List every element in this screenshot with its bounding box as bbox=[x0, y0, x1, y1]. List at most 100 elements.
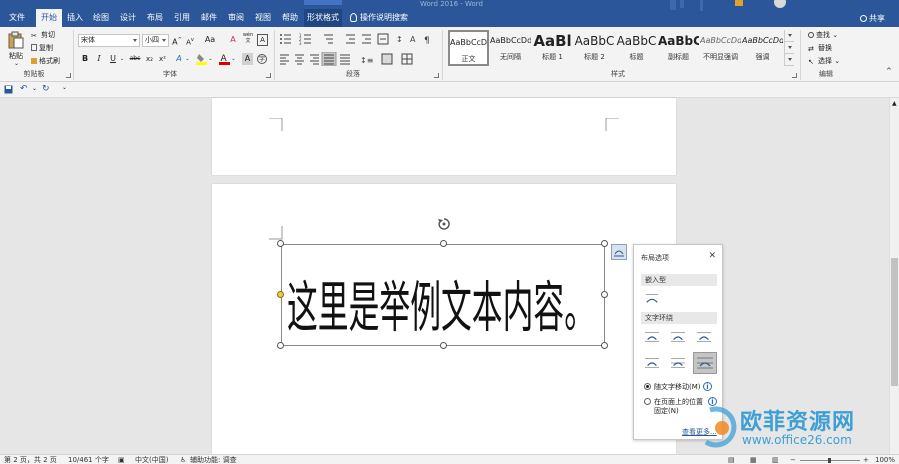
read-mode-icon[interactable]: ▤ bbox=[728, 455, 735, 464]
rotate-handle-icon[interactable] bbox=[437, 217, 451, 231]
char-border-button[interactable]: A bbox=[257, 34, 268, 46]
font-name-combo[interactable]: 宋体 bbox=[78, 34, 140, 47]
wrap-tight-icon[interactable] bbox=[669, 329, 687, 345]
fix-position-radio[interactable] bbox=[644, 398, 651, 405]
bold-button[interactable]: B bbox=[80, 53, 90, 65]
underline-dropdown[interactable]: ⌄ bbox=[119, 53, 125, 65]
undo-icon[interactable]: ↶ bbox=[20, 84, 28, 94]
format-painter-button[interactable]: 格式刷 bbox=[31, 56, 60, 66]
highlight-dropdown[interactable]: ⌄ bbox=[208, 53, 213, 65]
font-size-combo[interactable]: 小四 bbox=[142, 34, 169, 47]
italic-button[interactable]: I bbox=[94, 53, 104, 65]
share-button[interactable]: 共享 bbox=[860, 13, 885, 24]
gallery-more[interactable] bbox=[785, 54, 794, 66]
resize-handle-bottom-left[interactable] bbox=[277, 342, 284, 349]
language-status[interactable]: 中文(中国) bbox=[135, 455, 168, 464]
replace-button[interactable]: ⇄ 替换 bbox=[808, 43, 832, 53]
phonetic-guide-button[interactable]: wén 文 bbox=[241, 32, 255, 44]
highlight-button[interactable] bbox=[196, 53, 207, 65]
style-normal[interactable]: AaBbCcDd 正文 bbox=[448, 30, 489, 66]
wordart-text[interactable]: 这里是举例文本内容。 bbox=[287, 276, 595, 340]
superscript-button[interactable]: x² bbox=[157, 53, 168, 65]
styles-dialog-launcher[interactable] bbox=[792, 73, 797, 78]
tab-draw[interactable]: 绘图 bbox=[88, 9, 114, 27]
char-shading-button[interactable]: A bbox=[242, 53, 253, 65]
style-heading-1[interactable]: AaBl 标题 1 bbox=[532, 30, 573, 66]
strikethrough-button[interactable]: abc bbox=[128, 53, 142, 65]
copy-button[interactable]: 复制 bbox=[31, 43, 53, 53]
gallery-down[interactable] bbox=[785, 42, 794, 54]
select-button[interactable]: ↖ 选择 ⌄ bbox=[808, 56, 840, 66]
change-case-button[interactable]: Aa bbox=[201, 34, 219, 46]
resize-handle-bottom[interactable] bbox=[440, 342, 447, 349]
subscript-button[interactable]: x₂ bbox=[144, 53, 155, 65]
tab-review[interactable]: 审阅 bbox=[223, 9, 249, 27]
tab-design[interactable]: 设计 bbox=[115, 9, 141, 27]
tab-references[interactable]: 引用 bbox=[169, 9, 195, 27]
paragraph-dialog-launcher[interactable] bbox=[434, 73, 439, 78]
scroll-up-icon[interactable]: ▲ bbox=[892, 100, 897, 107]
undo-dropdown[interactable]: ⌄ bbox=[32, 85, 37, 92]
word-count[interactable]: 10/461 个字 bbox=[68, 455, 109, 464]
adjust-handle[interactable] bbox=[277, 291, 284, 298]
info-icon[interactable]: i bbox=[703, 382, 712, 391]
close-icon[interactable]: ✕ bbox=[708, 251, 716, 261]
proofing-icon[interactable]: ▣ bbox=[118, 455, 125, 464]
grow-font-button[interactable]: A^ bbox=[172, 34, 182, 47]
shrink-font-button[interactable]: Av bbox=[185, 34, 195, 46]
wrap-square-icon[interactable] bbox=[643, 329, 661, 345]
resize-handle-top-left[interactable] bbox=[277, 240, 284, 247]
wrap-behind-text-icon[interactable] bbox=[669, 355, 687, 371]
tab-view[interactable]: 视图 bbox=[250, 9, 276, 27]
tab-layout[interactable]: 布局 bbox=[142, 9, 168, 27]
page-count[interactable]: 第 2 页，共 2 页 bbox=[4, 455, 57, 464]
print-layout-icon[interactable]: ▦ bbox=[750, 455, 757, 464]
wrap-inline-icon[interactable] bbox=[643, 290, 661, 306]
resize-handle-right[interactable] bbox=[601, 291, 608, 298]
font-dialog-launcher[interactable] bbox=[266, 73, 271, 78]
style-subtitle[interactable]: AaBbC 副标题 bbox=[658, 30, 699, 66]
underline-button[interactable]: U bbox=[108, 53, 118, 65]
resize-handle-bottom-right[interactable] bbox=[601, 342, 608, 349]
resize-handle-top-right[interactable] bbox=[601, 240, 608, 247]
text-effects-button[interactable]: A bbox=[174, 53, 184, 65]
gallery-up[interactable] bbox=[785, 30, 794, 42]
styles-gallery-scroll[interactable] bbox=[784, 30, 794, 66]
wrap-in-front-of-text-option[interactable] bbox=[693, 352, 717, 374]
vertical-scrollbar[interactable]: ▲ bbox=[889, 98, 899, 454]
tab-insert[interactable]: 插入 bbox=[63, 9, 87, 27]
style-subtle-emphasis[interactable]: AaBbCcDd 不明显强调 bbox=[700, 30, 741, 66]
enclose-char-button[interactable]: 字 bbox=[256, 53, 268, 65]
resize-handle-top[interactable] bbox=[440, 240, 447, 247]
tab-help[interactable]: 帮助 bbox=[277, 9, 303, 27]
style-title[interactable]: AaBbC 标题 bbox=[616, 30, 657, 66]
move-with-text-radio[interactable] bbox=[644, 383, 651, 390]
clear-format-button[interactable]: A bbox=[227, 34, 239, 46]
text-effects-dropdown[interactable]: ⌄ bbox=[185, 53, 190, 65]
redo-icon[interactable]: ↻ bbox=[42, 84, 50, 94]
style-no-spacing[interactable]: AaBbCcDd 无间隔 bbox=[490, 30, 531, 66]
collapse-ribbon-icon[interactable]: ^ bbox=[886, 67, 892, 75]
accessibility-icon[interactable]: ♿ bbox=[180, 455, 186, 464]
wrap-through-icon[interactable] bbox=[695, 329, 713, 345]
layout-options-button[interactable] bbox=[611, 244, 627, 260]
save-icon[interactable] bbox=[4, 85, 13, 94]
tab-home[interactable]: 开始 bbox=[36, 9, 62, 27]
style-heading-2[interactable]: AaBbC 标题 2 bbox=[574, 30, 615, 66]
font-color-button[interactable]: A bbox=[219, 52, 230, 65]
tab-file[interactable]: 文件 bbox=[4, 9, 30, 27]
zoom-slider[interactable] bbox=[800, 458, 860, 463]
accessibility-status[interactable]: 辅助功能: 调查 bbox=[190, 455, 237, 464]
customize-qat-icon[interactable]: ⌄ bbox=[62, 84, 67, 91]
paste-dropdown-arrow[interactable]: ⌄ bbox=[14, 60, 19, 67]
find-button[interactable]: 查找 ⌄ bbox=[808, 30, 838, 40]
font-color-dropdown[interactable]: ⌄ bbox=[231, 53, 236, 65]
tab-mailings[interactable]: 邮件 bbox=[196, 9, 222, 27]
cut-button[interactable]: ✂ 剪切 bbox=[31, 30, 55, 40]
wrap-top-bottom-icon[interactable] bbox=[643, 355, 661, 371]
style-emphasis[interactable]: AaBbCcDd 强调 bbox=[742, 30, 783, 66]
zoom-out-icon[interactable]: − bbox=[790, 455, 796, 464]
tell-me-search[interactable]: 操作说明搜索 bbox=[350, 9, 420, 27]
web-layout-icon[interactable]: ▥ bbox=[772, 455, 779, 464]
clipboard-dialog-launcher[interactable] bbox=[66, 73, 71, 78]
